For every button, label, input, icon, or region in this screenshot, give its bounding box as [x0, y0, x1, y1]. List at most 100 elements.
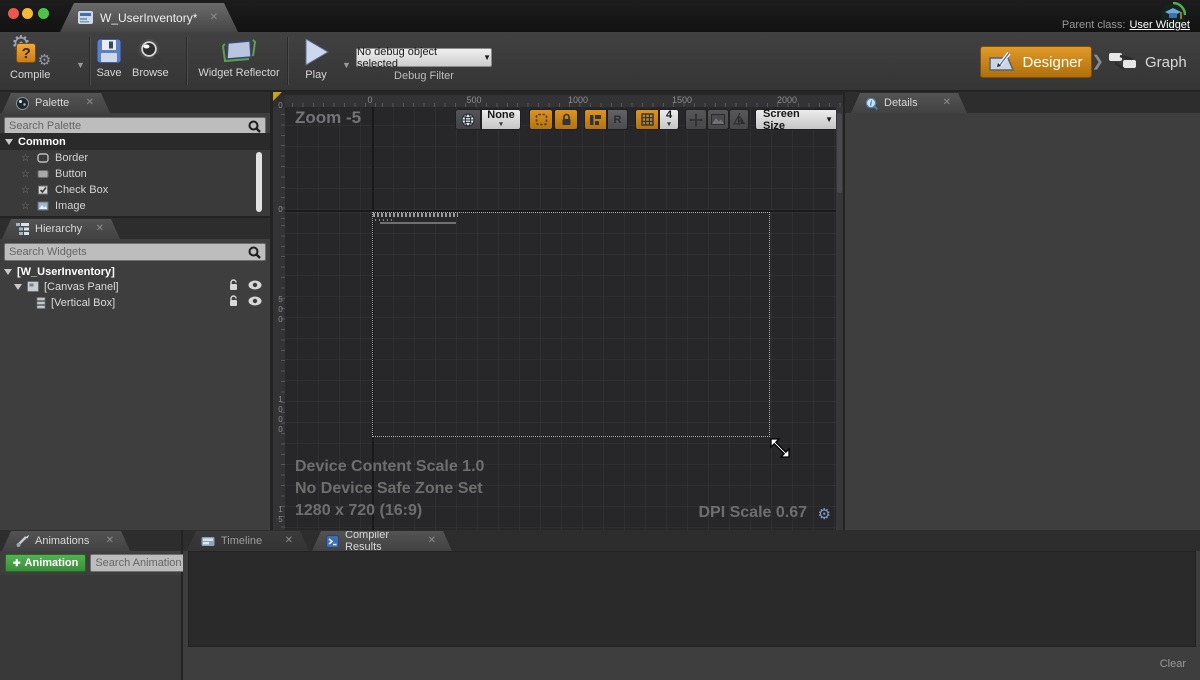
compiler-tab-close-icon[interactable]: ✕ [428, 536, 436, 546]
lock-open-icon[interactable] [229, 295, 240, 307]
parent-class-line: Parent class:User Widget [1062, 19, 1190, 31]
hierarchy-search[interactable] [4, 243, 266, 261]
window-zoom-button[interactable] [38, 8, 49, 19]
rule-of-thirds-button[interactable]: R [607, 109, 628, 130]
tab-animations[interactable]: Animations ✕ [2, 531, 130, 551]
compile-options-caret-icon[interactable]: ▼ [76, 60, 85, 70]
tab-palette[interactable]: Palette ✕ [2, 93, 110, 113]
palette-section-common[interactable]: Common [0, 133, 270, 150]
designer-viewport[interactable]: 0 500 1000 1500 2000 0 0 500 1000 15 Zoo… [273, 92, 843, 530]
tab-details[interactable]: i Details ✕ [851, 93, 967, 113]
hierarchy-panel: Hierarchy ✕ [W_UserInventory] [Canvas Pa… [0, 218, 270, 530]
palette-item-border[interactable]: ☆ Border [0, 150, 270, 166]
play-button[interactable]: Play [296, 37, 336, 81]
tab-hierarchy[interactable]: Hierarchy ✕ [2, 219, 120, 239]
designer-mode-button[interactable]: Designer [980, 46, 1092, 78]
snap-alignment-button[interactable] [584, 109, 607, 130]
add-animation-button[interactable]: ✚ Animation [5, 554, 86, 572]
mode-separator-chevron: ❯ [1091, 52, 1104, 70]
image-widget-icon [37, 201, 49, 211]
play-options-caret-icon[interactable]: ▼ [342, 60, 351, 70]
timeline-tab-close-icon[interactable]: ✕ [285, 536, 293, 546]
favorite-star-icon[interactable]: ☆ [21, 153, 31, 164]
canvas-vertical-scrollbar[interactable] [836, 107, 843, 530]
vertical-ruler: 0 0 500 1000 15 [273, 107, 285, 530]
tree-node-label: [Vertical Box] [51, 297, 115, 309]
parent-class-link[interactable]: User Widget [1129, 19, 1190, 31]
asset-tab-close-icon[interactable]: ✕ [210, 13, 218, 23]
localization-language-dropdown[interactable]: None▾ [481, 109, 521, 130]
search-icon [248, 120, 261, 133]
hierarchy-search-input[interactable] [9, 246, 248, 258]
row-controls [229, 295, 262, 307]
scrollbar-handle[interactable] [837, 113, 842, 193]
bottom-right-panel: Timeline ✕ Compiler Results ✕ Clear [183, 530, 1200, 680]
checkbox-widget-icon [37, 185, 49, 195]
safe-zone-label: No Device Safe Zone Set [295, 478, 484, 500]
palette-item-checkbox[interactable]: ☆ Check Box [0, 182, 270, 198]
compiler-results-log[interactable] [188, 551, 1196, 647]
preview-background-button[interactable] [707, 109, 729, 130]
palette-search-input[interactable] [9, 120, 248, 132]
add-animation-label: Animation [25, 557, 79, 569]
tree-node-label: [W_UserInventory] [17, 266, 115, 278]
hierarchy-tab-close-icon[interactable]: ✕ [96, 224, 104, 234]
root-widget-outline[interactable] [372, 212, 770, 437]
visibility-eye-icon[interactable] [248, 296, 262, 306]
respect-locks-button[interactable] [554, 109, 578, 130]
grid-snap-size-dropdown[interactable]: 4▾ [659, 109, 679, 130]
debug-object-dropdown[interactable]: No debug object selected ▼ [356, 48, 492, 67]
horizontal-ruler: 0 500 1000 1500 2000 [285, 95, 843, 107]
ruler-label: 0 [367, 95, 372, 105]
dashed-outline-icon [535, 113, 548, 126]
flip-preview-button[interactable] [729, 109, 749, 130]
details-tab-close-icon[interactable]: ✕ [943, 98, 951, 108]
localization-preview-button[interactable] [455, 109, 481, 130]
transform-mode-button[interactable] [685, 109, 707, 130]
ruler-label: 1000 [568, 95, 588, 105]
window-minimize-button[interactable] [22, 8, 33, 19]
palette-tab-close-icon[interactable]: ✕ [86, 98, 94, 108]
tree-node-canvas-panel[interactable]: [Canvas Panel] [14, 279, 119, 294]
tree-node-root[interactable]: [W_UserInventory] [4, 264, 115, 279]
favorite-star-icon[interactable]: ☆ [21, 201, 31, 212]
palette-item-image[interactable]: ☆ Image [0, 198, 270, 214]
grid-icon [641, 113, 654, 126]
screen-size-label: Screen Size [763, 108, 822, 132]
visibility-eye-icon[interactable] [248, 280, 262, 290]
dpi-settings-gear-icon[interactable]: ⚙ [818, 505, 831, 523]
asset-tab[interactable]: W_UserInventory* ✕ [60, 3, 238, 32]
tree-node-label: [Canvas Panel] [44, 281, 119, 293]
animations-tab-close-icon[interactable]: ✕ [106, 536, 114, 546]
favorite-star-icon[interactable]: ☆ [21, 169, 31, 180]
lock-open-icon[interactable] [229, 279, 240, 291]
screen-size-dropdown[interactable]: Screen Size ▼ [755, 109, 841, 130]
palette-item-button[interactable]: ☆ Button [0, 166, 270, 182]
widget-blueprint-icon [78, 11, 93, 24]
browse-button[interactable]: Browse [132, 37, 169, 79]
outline-toggle-button[interactable] [529, 109, 553, 130]
tab-timeline[interactable]: Timeline ✕ [187, 531, 309, 551]
compiler-footer: Clear [188, 647, 1196, 680]
panel-corner-marker [273, 92, 282, 101]
save-button[interactable]: Save [95, 37, 123, 79]
widget-preview-line [380, 222, 456, 224]
window-close-button[interactable] [8, 8, 19, 19]
save-icon [95, 37, 123, 65]
widget-reflector-icon [222, 37, 256, 65]
tab-compiler-results[interactable]: Compiler Results ✕ [312, 531, 452, 551]
debug-filter-label: Debug Filter [356, 70, 492, 82]
widget-reflector-button[interactable]: Widget Reflector [196, 37, 282, 79]
favorite-star-icon[interactable]: ☆ [21, 185, 31, 196]
graph-mode-button[interactable]: Graph [1108, 48, 1192, 76]
grid-snap-toggle-button[interactable] [635, 109, 659, 130]
compile-icon: ⚙⚙? [13, 37, 47, 67]
tree-node-vertical-box[interactable]: [Vertical Box] [36, 295, 115, 310]
clear-button[interactable]: Clear [1160, 658, 1186, 670]
palette-item-label: Image [55, 200, 86, 212]
ruler-label: 15 [275, 505, 285, 525]
image-icon [711, 114, 725, 125]
compile-button[interactable]: ⚙⚙? Compile [10, 37, 50, 81]
palette-scrollbar[interactable] [256, 152, 262, 212]
svg-text:i: i [870, 99, 872, 107]
